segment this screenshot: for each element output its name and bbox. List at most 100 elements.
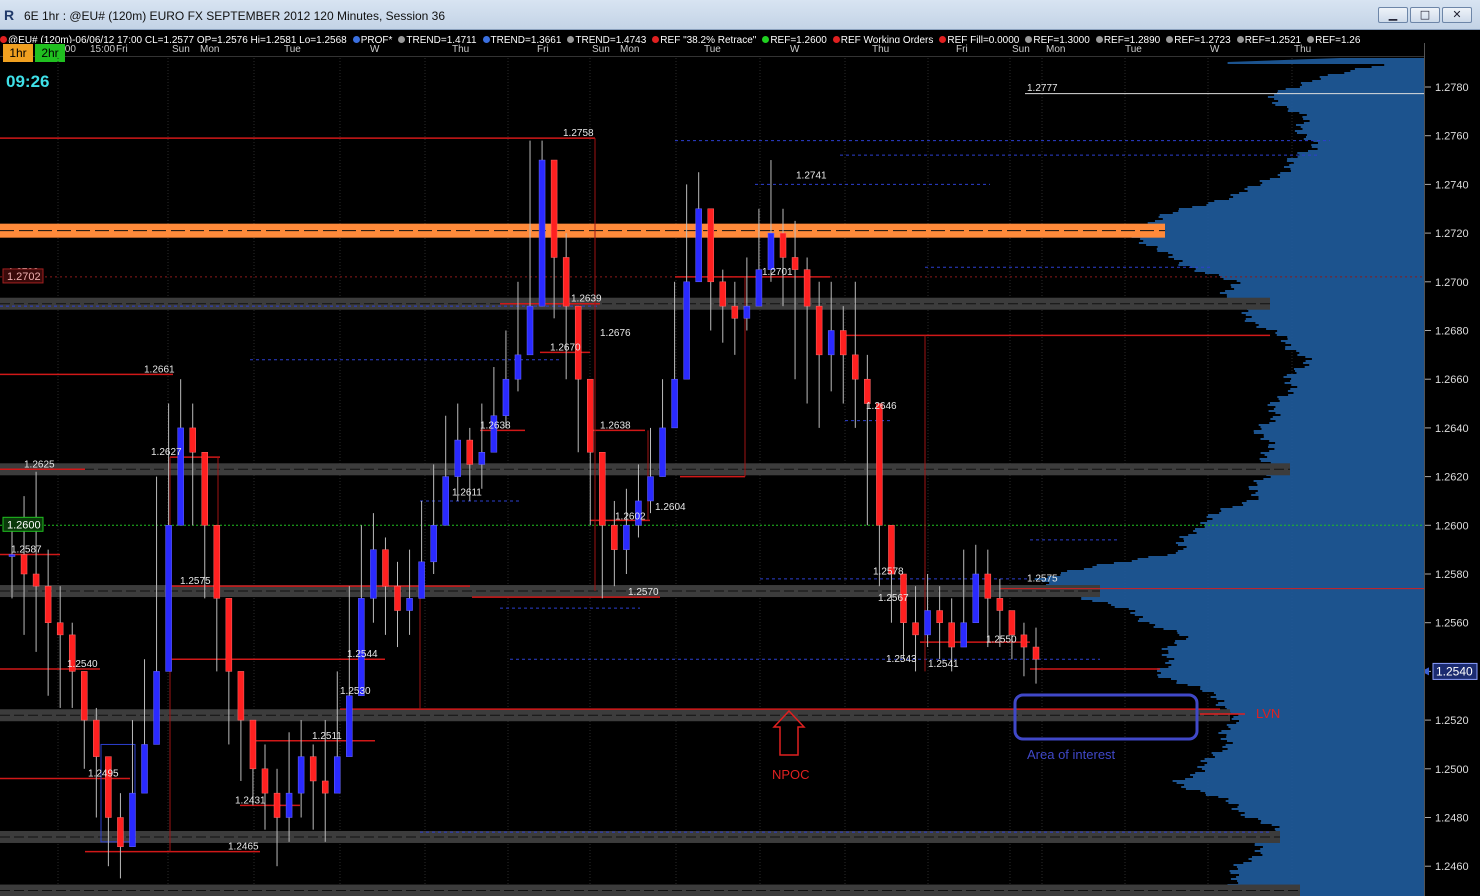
time-axis-label: Sun	[1012, 44, 1030, 55]
close-button[interactable]: ✕	[1442, 7, 1472, 23]
candle-body	[502, 378, 510, 416]
time-axis-label: Mon	[620, 44, 640, 55]
level-price-label: 1.2570	[628, 587, 659, 598]
legend-item-label: TREND=1.3661	[490, 35, 562, 43]
legend-dot-icon	[1095, 36, 1103, 43]
price-tick-label: 1.2560	[1435, 618, 1469, 630]
level-price-label: 1.2701	[762, 267, 793, 278]
time-axis-label: Thu	[452, 44, 470, 55]
npoc-label: NPOC	[772, 767, 810, 782]
candle-body	[731, 305, 739, 319]
level-price-label: 1.2639	[571, 294, 602, 305]
candle-body	[466, 439, 474, 465]
level-price-label: 1.2541	[928, 659, 959, 670]
legend-item: REF "38.2% Retrace"	[652, 35, 759, 43]
candle-body	[1032, 646, 1040, 660]
lvn-label: LVN	[1256, 706, 1280, 721]
candle-body	[382, 549, 389, 587]
time-axis-label: Fri	[956, 44, 968, 55]
legend-dot-icon	[762, 36, 770, 43]
price-scale-labels: 1.2780 1.2760 1.2740 1.2720 1.2700 1.2680 1.26…	[1421, 82, 1478, 873]
time-axis-label: Fri	[116, 44, 128, 55]
candle-body	[44, 585, 52, 623]
legend-dot-icon	[832, 36, 840, 43]
candle-body	[201, 452, 209, 526]
candle-body	[370, 549, 377, 599]
candle-body	[984, 573, 992, 599]
price-scale[interactable]: 1.2780 1.2760 1.2740 1.2720 1.2700 1.2680 1.26…	[1421, 43, 1480, 896]
legend-dot-icon	[1166, 36, 1174, 43]
candle-body	[394, 585, 401, 611]
time-axis-label: Tue	[284, 44, 301, 55]
candle-body	[321, 780, 329, 794]
time-axis-label: W	[790, 44, 800, 55]
time-axis-label: W	[370, 44, 380, 55]
level-price-label: 1.2741	[796, 171, 827, 182]
candle-body	[611, 525, 618, 550]
title-bar: R 6E 1hr : @EU# (120m) EURO FX SEPTEMBER…	[0, 0, 1480, 30]
time-axis-label: W	[1210, 44, 1220, 55]
level-price-label: 1.2543	[886, 654, 917, 665]
price-tick-label: 1.2720	[1435, 228, 1469, 240]
candle-body	[478, 452, 486, 465]
legend-dot-icon	[1307, 36, 1315, 43]
candle-body	[81, 671, 88, 721]
price-tick-label: 1.2660	[1435, 374, 1469, 386]
legend-item: REF=1.2600	[762, 35, 829, 43]
current-price-label: 1.2540	[1436, 664, 1473, 678]
legend-item-label: PROF*	[360, 35, 393, 43]
candle-body	[912, 622, 919, 636]
candle-body	[599, 452, 606, 526]
price-tick-label: 1.2500	[1435, 764, 1469, 776]
legend-item-label: REF=1.2521	[1244, 35, 1302, 43]
chart-window: R 6E 1hr : @EU# (120m) EURO FX SEPTEMBER…	[0, 0, 1480, 896]
session-grid	[57, 58, 1293, 896]
candle-body	[683, 281, 690, 380]
area-of-interest-label: Area of interest	[1027, 747, 1116, 762]
level-price-label: 1.2567	[878, 593, 909, 604]
legend-dot-icon	[939, 36, 947, 43]
candle-body	[815, 305, 823, 356]
legend-item: PROF*	[352, 35, 396, 43]
candle-body	[418, 561, 425, 599]
legend-item-label: REF Working Orders	[840, 35, 934, 43]
level-price-label: 1.2758	[563, 128, 594, 139]
time-axis-label: Thu	[1294, 44, 1312, 55]
time-axis-label: Sun	[172, 44, 190, 55]
candle-body	[719, 281, 727, 307]
candles	[8, 140, 1040, 879]
level-price-label: 1.2495	[88, 769, 119, 780]
candle-body	[671, 378, 678, 429]
price-tick-label: 1.2480	[1435, 813, 1469, 825]
legend-item: TREND=1.4743	[567, 35, 649, 43]
price-tick-label: 1.2460	[1435, 861, 1469, 873]
time-axis-label: 15:00	[90, 44, 116, 55]
legend-dot-icon	[652, 36, 660, 43]
candle-body	[261, 768, 269, 794]
legend-item-label: @EU# (120m)-06/06/12 17:00 CL=1.2577 OP=…	[8, 35, 347, 43]
candle-body	[225, 598, 233, 672]
price-tick-label: 1.2740	[1435, 179, 1469, 191]
time-axis-label: Sun	[592, 44, 610, 55]
level-price-label: 1.2661	[144, 364, 175, 375]
candle-body	[454, 439, 461, 477]
price-chart[interactable]: 1.2777 1.2758 1.2741 1.2702 1.2701 1.2639 1.26…	[0, 58, 1424, 896]
legend-item: REF=1.26	[1307, 35, 1363, 43]
candle-body	[177, 427, 184, 526]
legend-item: TREND=1.4711	[398, 35, 479, 43]
level-price-label: 1.2511	[312, 731, 342, 742]
current-price-pointer-icon	[1421, 667, 1429, 676]
level-price-label: 1.2625	[24, 459, 55, 470]
legend-dot-icon	[1236, 36, 1244, 43]
study-legend: @EU# (120m)-06/06/12 17:00 CL=1.2577 OP=…	[0, 30, 1480, 43]
candle-body	[538, 159, 546, 307]
price-tick-label: 1.2760	[1435, 131, 1469, 143]
level-price-label: 1.2544	[347, 649, 378, 660]
legend-item-label: TREND=1.4711	[406, 35, 477, 43]
candle-body	[852, 354, 859, 380]
minimize-button[interactable]: ▁	[1378, 7, 1408, 23]
maximize-button[interactable]: □	[1410, 7, 1440, 23]
candle-body	[827, 330, 835, 356]
candle-body	[743, 305, 751, 319]
legend-dot-icon	[0, 36, 7, 43]
